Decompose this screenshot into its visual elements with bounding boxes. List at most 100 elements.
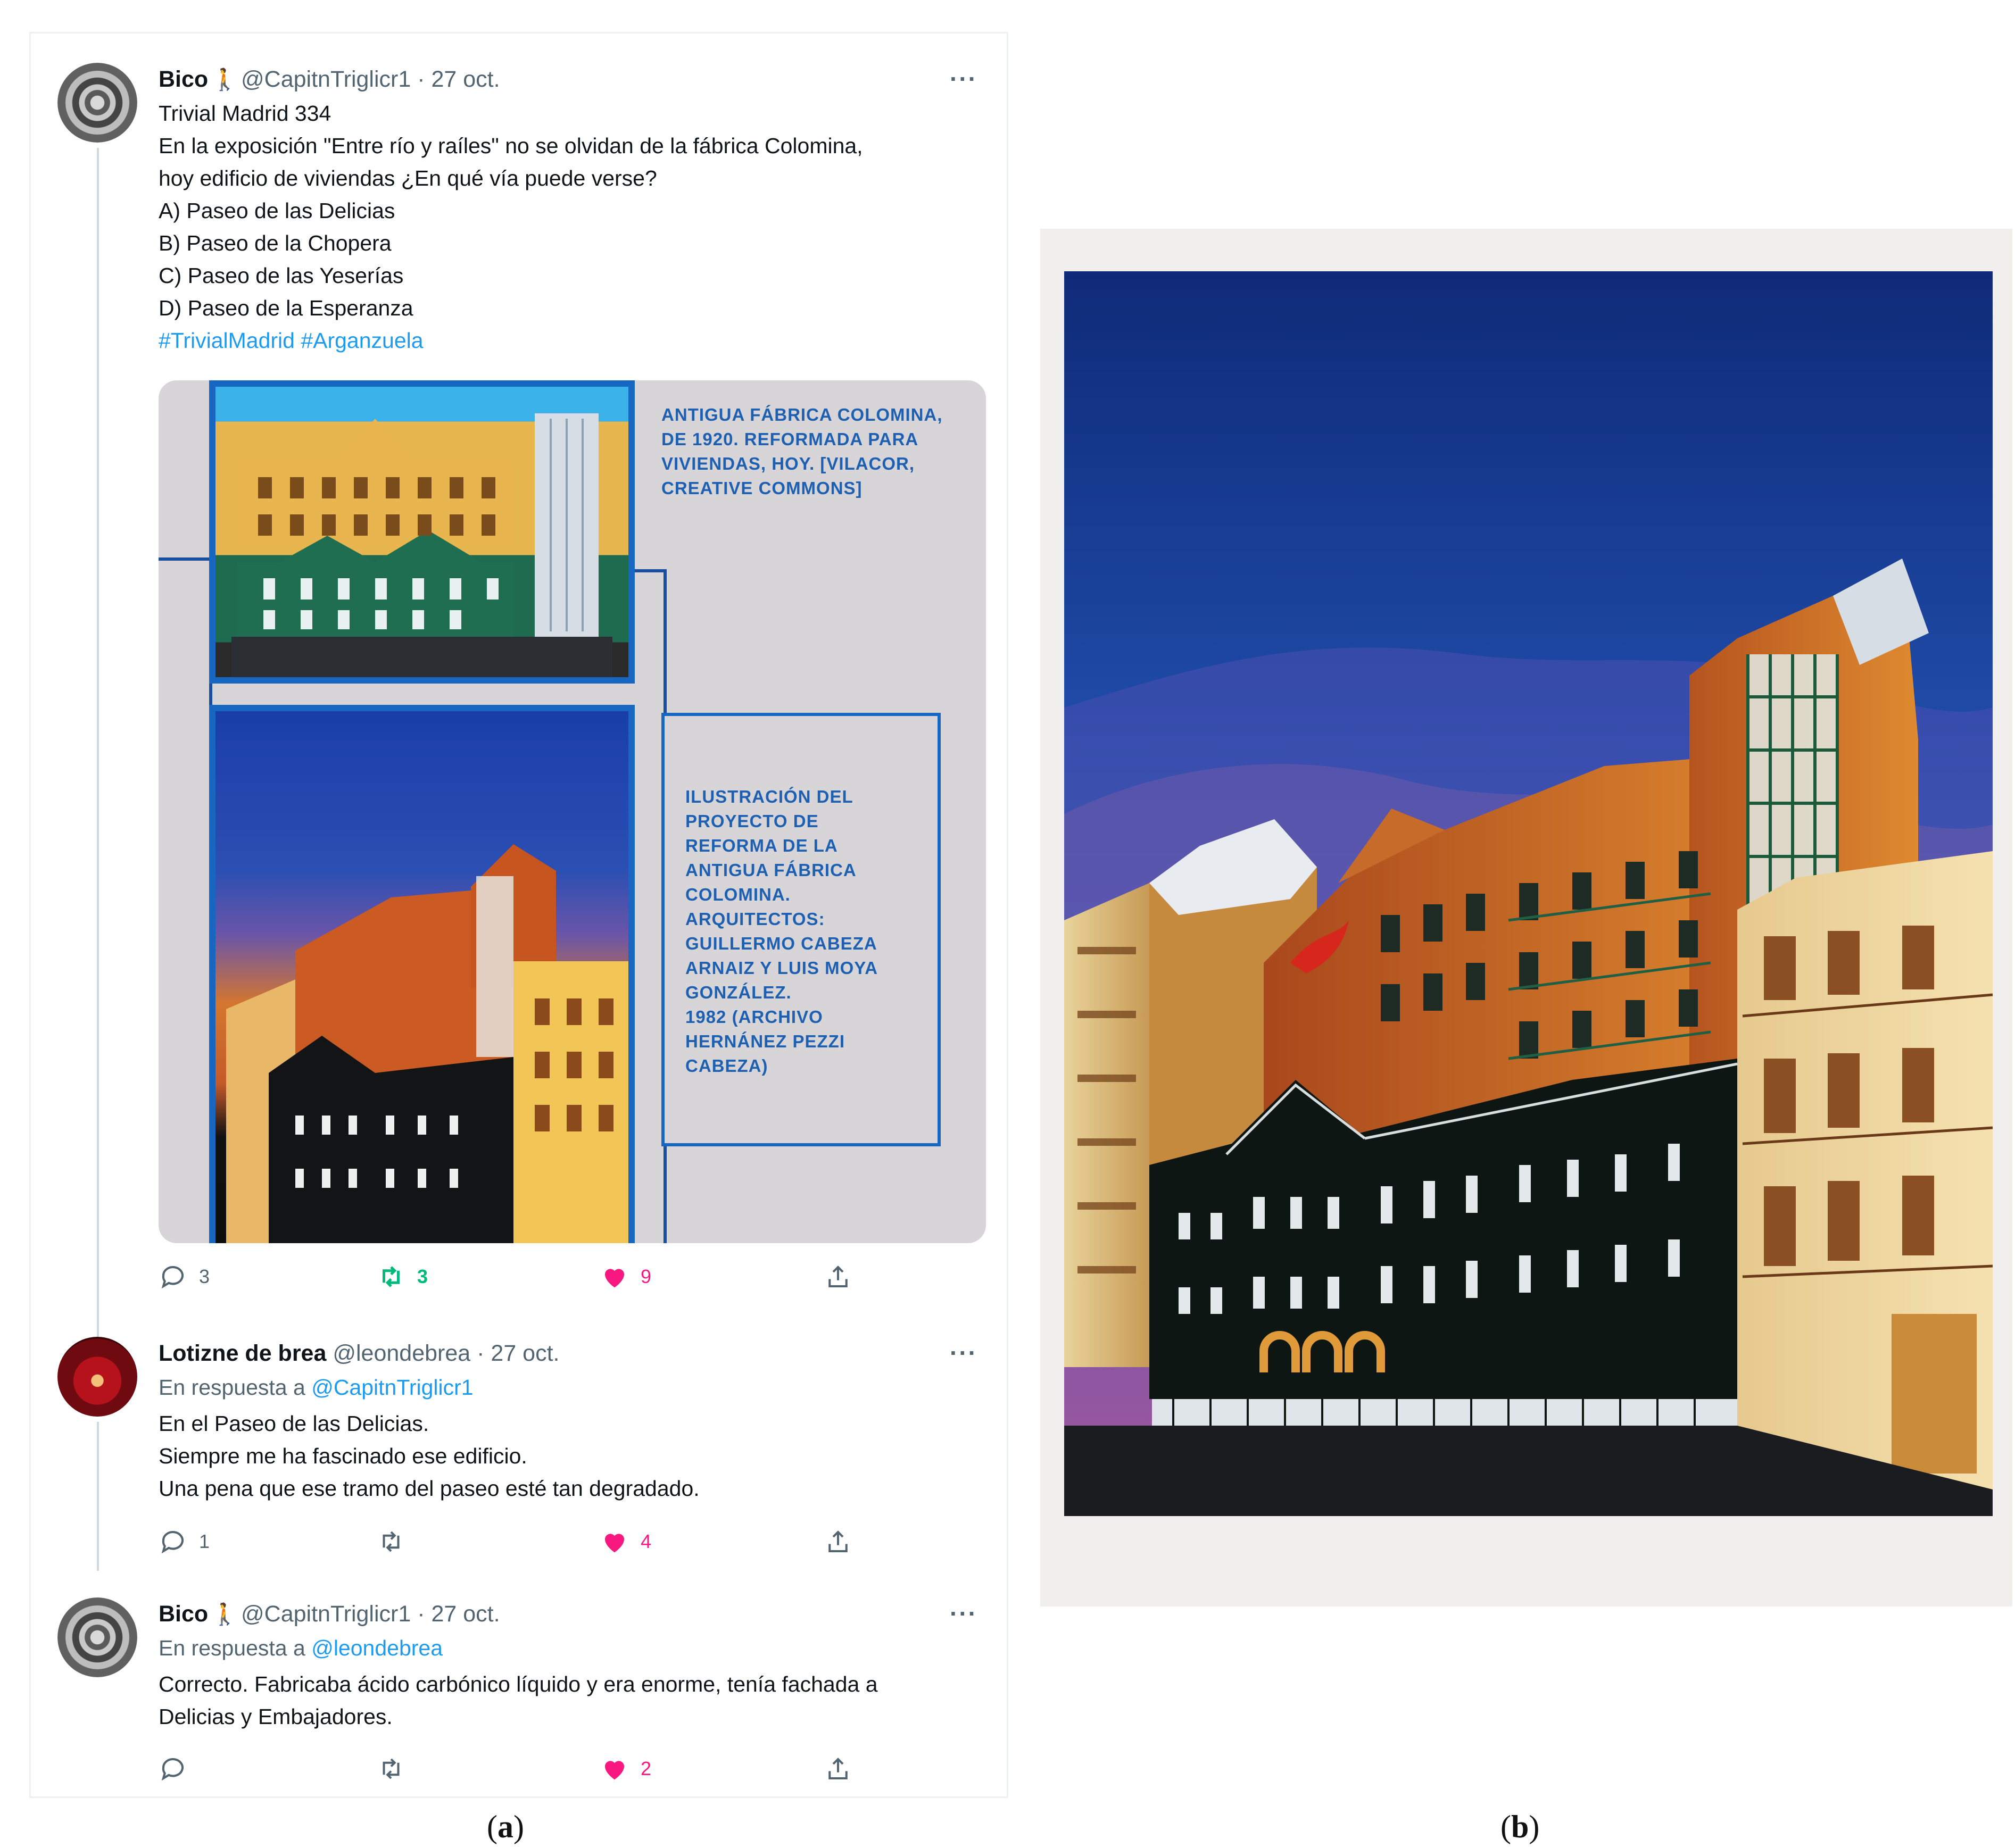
- retweet-button[interactable]: [377, 1754, 417, 1783]
- tweet-3[interactable]: Bico 🚶 @CapitnTriglicr1 · 27 oct. ··· En r…: [31, 1571, 1007, 1800]
- tweet-thread-panel: Bico 🚶 @CapitnTriglicr1 · 27 oct. ··· Triv…: [29, 32, 1008, 1798]
- caption-line: PROYECTO DE: [685, 811, 819, 831]
- reply-prefix: En respuesta a: [159, 1636, 305, 1660]
- caption-line: REFORMA DE LA: [685, 836, 838, 855]
- tweet-header: Bico 🚶 @CapitnTriglicr1 · 27 oct.: [159, 66, 500, 92]
- caption-line: CREATIVE COMMONS]: [661, 478, 863, 498]
- user-handle[interactable]: @leondebrea: [333, 1341, 470, 1366]
- caption-line: CABEZA): [685, 1056, 768, 1076]
- display-name[interactable]: Bico: [159, 1601, 208, 1627]
- person-walking-icon: 🚶: [211, 68, 238, 91]
- retweet-button[interactable]: [377, 1527, 417, 1556]
- tweet-date[interactable]: 27 oct.: [491, 1341, 559, 1366]
- photo-caption: ANTIGUA FÁBRICA COLOMINA, DE 1920. REFOR…: [661, 403, 943, 501]
- avatar[interactable]: [57, 63, 137, 143]
- more-dots-icon[interactable]: ···: [950, 1338, 977, 1367]
- thread-connector-line: [97, 148, 99, 1371]
- connector-line: [664, 569, 667, 713]
- connector-line: [209, 684, 212, 705]
- heart-icon: [605, 1269, 624, 1288]
- tweet-1[interactable]: Bico 🚶 @CapitnTriglicr1 · 27 oct. ··· Triv…: [31, 34, 1007, 1371]
- like-count: 2: [641, 1758, 652, 1779]
- tweet-text-line: En la exposición "Entre río y raíles" no…: [159, 134, 863, 158]
- user-handle[interactable]: @CapitnTriglicr1: [241, 66, 411, 92]
- share-icon: [828, 1758, 848, 1780]
- retweet-icon: [383, 1531, 400, 1552]
- illustration-caption: ILUSTRACIÓN DEL PROYECTO DE REFORMA DE L…: [685, 785, 878, 1078]
- tweet-text-line: En el Paseo de las Delicias.: [159, 1411, 429, 1436]
- like-button[interactable]: 2: [600, 1754, 651, 1783]
- tweet-header: Lotizne de brea @leondebrea · 27 oct.: [159, 1341, 560, 1366]
- connector-line: [664, 1146, 667, 1243]
- hashtags[interactable]: #TrivialMadrid #Arganzuela: [159, 328, 424, 353]
- like-count: 4: [641, 1530, 652, 1552]
- illustration-drawing: [1064, 271, 1993, 1516]
- display-name[interactable]: Lotizne de brea: [159, 1341, 326, 1366]
- reply-button[interactable]: [159, 1754, 199, 1783]
- share-button[interactable]: [824, 1527, 864, 1556]
- caption-line: VIVIENDAS, HOY. [VILACOR,: [661, 454, 915, 473]
- reply-bubble-icon: [161, 1266, 184, 1289]
- connector-line: [635, 569, 667, 572]
- reply-context: En respuesta a @CapitnTriglicr1: [159, 1375, 474, 1400]
- caption-line: 1982 (ARCHIVO: [685, 1007, 823, 1027]
- caption-line: GUILLERMO CABEZA: [685, 934, 877, 953]
- like-button[interactable]: 4: [600, 1527, 651, 1556]
- illustration-thumbnail: [209, 705, 635, 1243]
- illustration-thumbnail-drawing: [226, 844, 628, 1243]
- retweet-icon: [383, 1758, 400, 1779]
- heart-icon: [605, 1534, 624, 1553]
- tweet-text-line: Correcto. Fabricaba ácido carbónico líqu…: [159, 1672, 878, 1696]
- reply-button[interactable]: 3: [159, 1262, 210, 1291]
- caption-line: HERNÁNEZ PEZZI: [685, 1031, 845, 1051]
- like-count: 9: [641, 1266, 652, 1287]
- reply-button[interactable]: 1: [159, 1527, 210, 1556]
- factory-photo: [209, 380, 635, 684]
- tweet-text-line: hoy edificio de viviendas ¿En qué vía pu…: [159, 166, 657, 190]
- tweet-actions: 2: [159, 1754, 850, 1786]
- caption-line: GONZÁLEZ.: [685, 983, 792, 1002]
- display-name[interactable]: Bico: [159, 66, 208, 92]
- reply-to-handle[interactable]: @leondebrea: [311, 1636, 443, 1660]
- retweet-icon: [383, 1266, 400, 1287]
- tweet-media-image[interactable]: ANTIGUA FÁBRICA COLOMINA, DE 1920. REFOR…: [159, 380, 986, 1243]
- tweet-date[interactable]: 27 oct.: [431, 1601, 500, 1627]
- tweet-text-line: A) Paseo de las Delicias: [159, 198, 395, 223]
- caption-line: DE 1920. REFORMADA PARA: [661, 429, 919, 449]
- tweet-text-line: B) Paseo de la Chopera: [159, 231, 392, 255]
- panel-label-b: (b): [1500, 1809, 1540, 1844]
- connector-line: [159, 557, 209, 561]
- avatar[interactable]: [57, 1597, 137, 1677]
- reply-prefix: En respuesta a: [159, 1375, 305, 1400]
- reply-bubble-icon: [161, 1758, 184, 1781]
- like-button[interactable]: 9: [600, 1262, 651, 1291]
- caption-line: ILUSTRACIÓN DEL: [685, 787, 853, 806]
- caption-line: ANTIGUA FÁBRICA: [685, 860, 857, 880]
- tweet-text-line: Una pena que ese tramo del paseo esté ta…: [159, 1476, 700, 1501]
- more-dots-icon[interactable]: ···: [950, 64, 977, 93]
- avatar[interactable]: [57, 1337, 137, 1417]
- share-button[interactable]: [824, 1262, 864, 1291]
- tweet-2[interactable]: Lotizne de brea @leondebrea · 27 oct. ··…: [31, 1310, 1007, 1571]
- panel-label-b-text: b: [1511, 1809, 1529, 1844]
- tweet-actions: 1 4: [159, 1527, 850, 1559]
- person-walking-icon: 🚶: [211, 1603, 238, 1626]
- user-handle[interactable]: @CapitnTriglicr1: [241, 1601, 411, 1627]
- share-icon: [828, 1266, 848, 1288]
- caption-line: ARQUITECTOS:: [685, 909, 825, 929]
- reply-context: En respuesta a @leondebrea: [159, 1636, 443, 1661]
- more-dots-icon[interactable]: ···: [950, 1599, 977, 1628]
- share-button[interactable]: [824, 1754, 864, 1783]
- tweet-date[interactable]: 27 oct.: [431, 66, 500, 92]
- reply-to-handle[interactable]: @CapitnTriglicr1: [311, 1375, 473, 1400]
- tweet-header: Bico 🚶 @CapitnTriglicr1 · 27 oct.: [159, 1601, 500, 1627]
- tweet-actions: 3 3 9: [159, 1262, 850, 1294]
- heart-icon: [605, 1761, 624, 1780]
- retweet-button[interactable]: 3: [377, 1262, 428, 1291]
- thread-connector-line: [97, 1422, 99, 1571]
- reply-count: 1: [199, 1530, 210, 1552]
- tweet-text-line: C) Paseo de las Yeserías: [159, 263, 404, 288]
- share-icon: [828, 1530, 848, 1553]
- caption-line: ANTIGUA FÁBRICA COLOMINA,: [661, 405, 943, 424]
- reply-bubble-icon: [161, 1531, 184, 1554]
